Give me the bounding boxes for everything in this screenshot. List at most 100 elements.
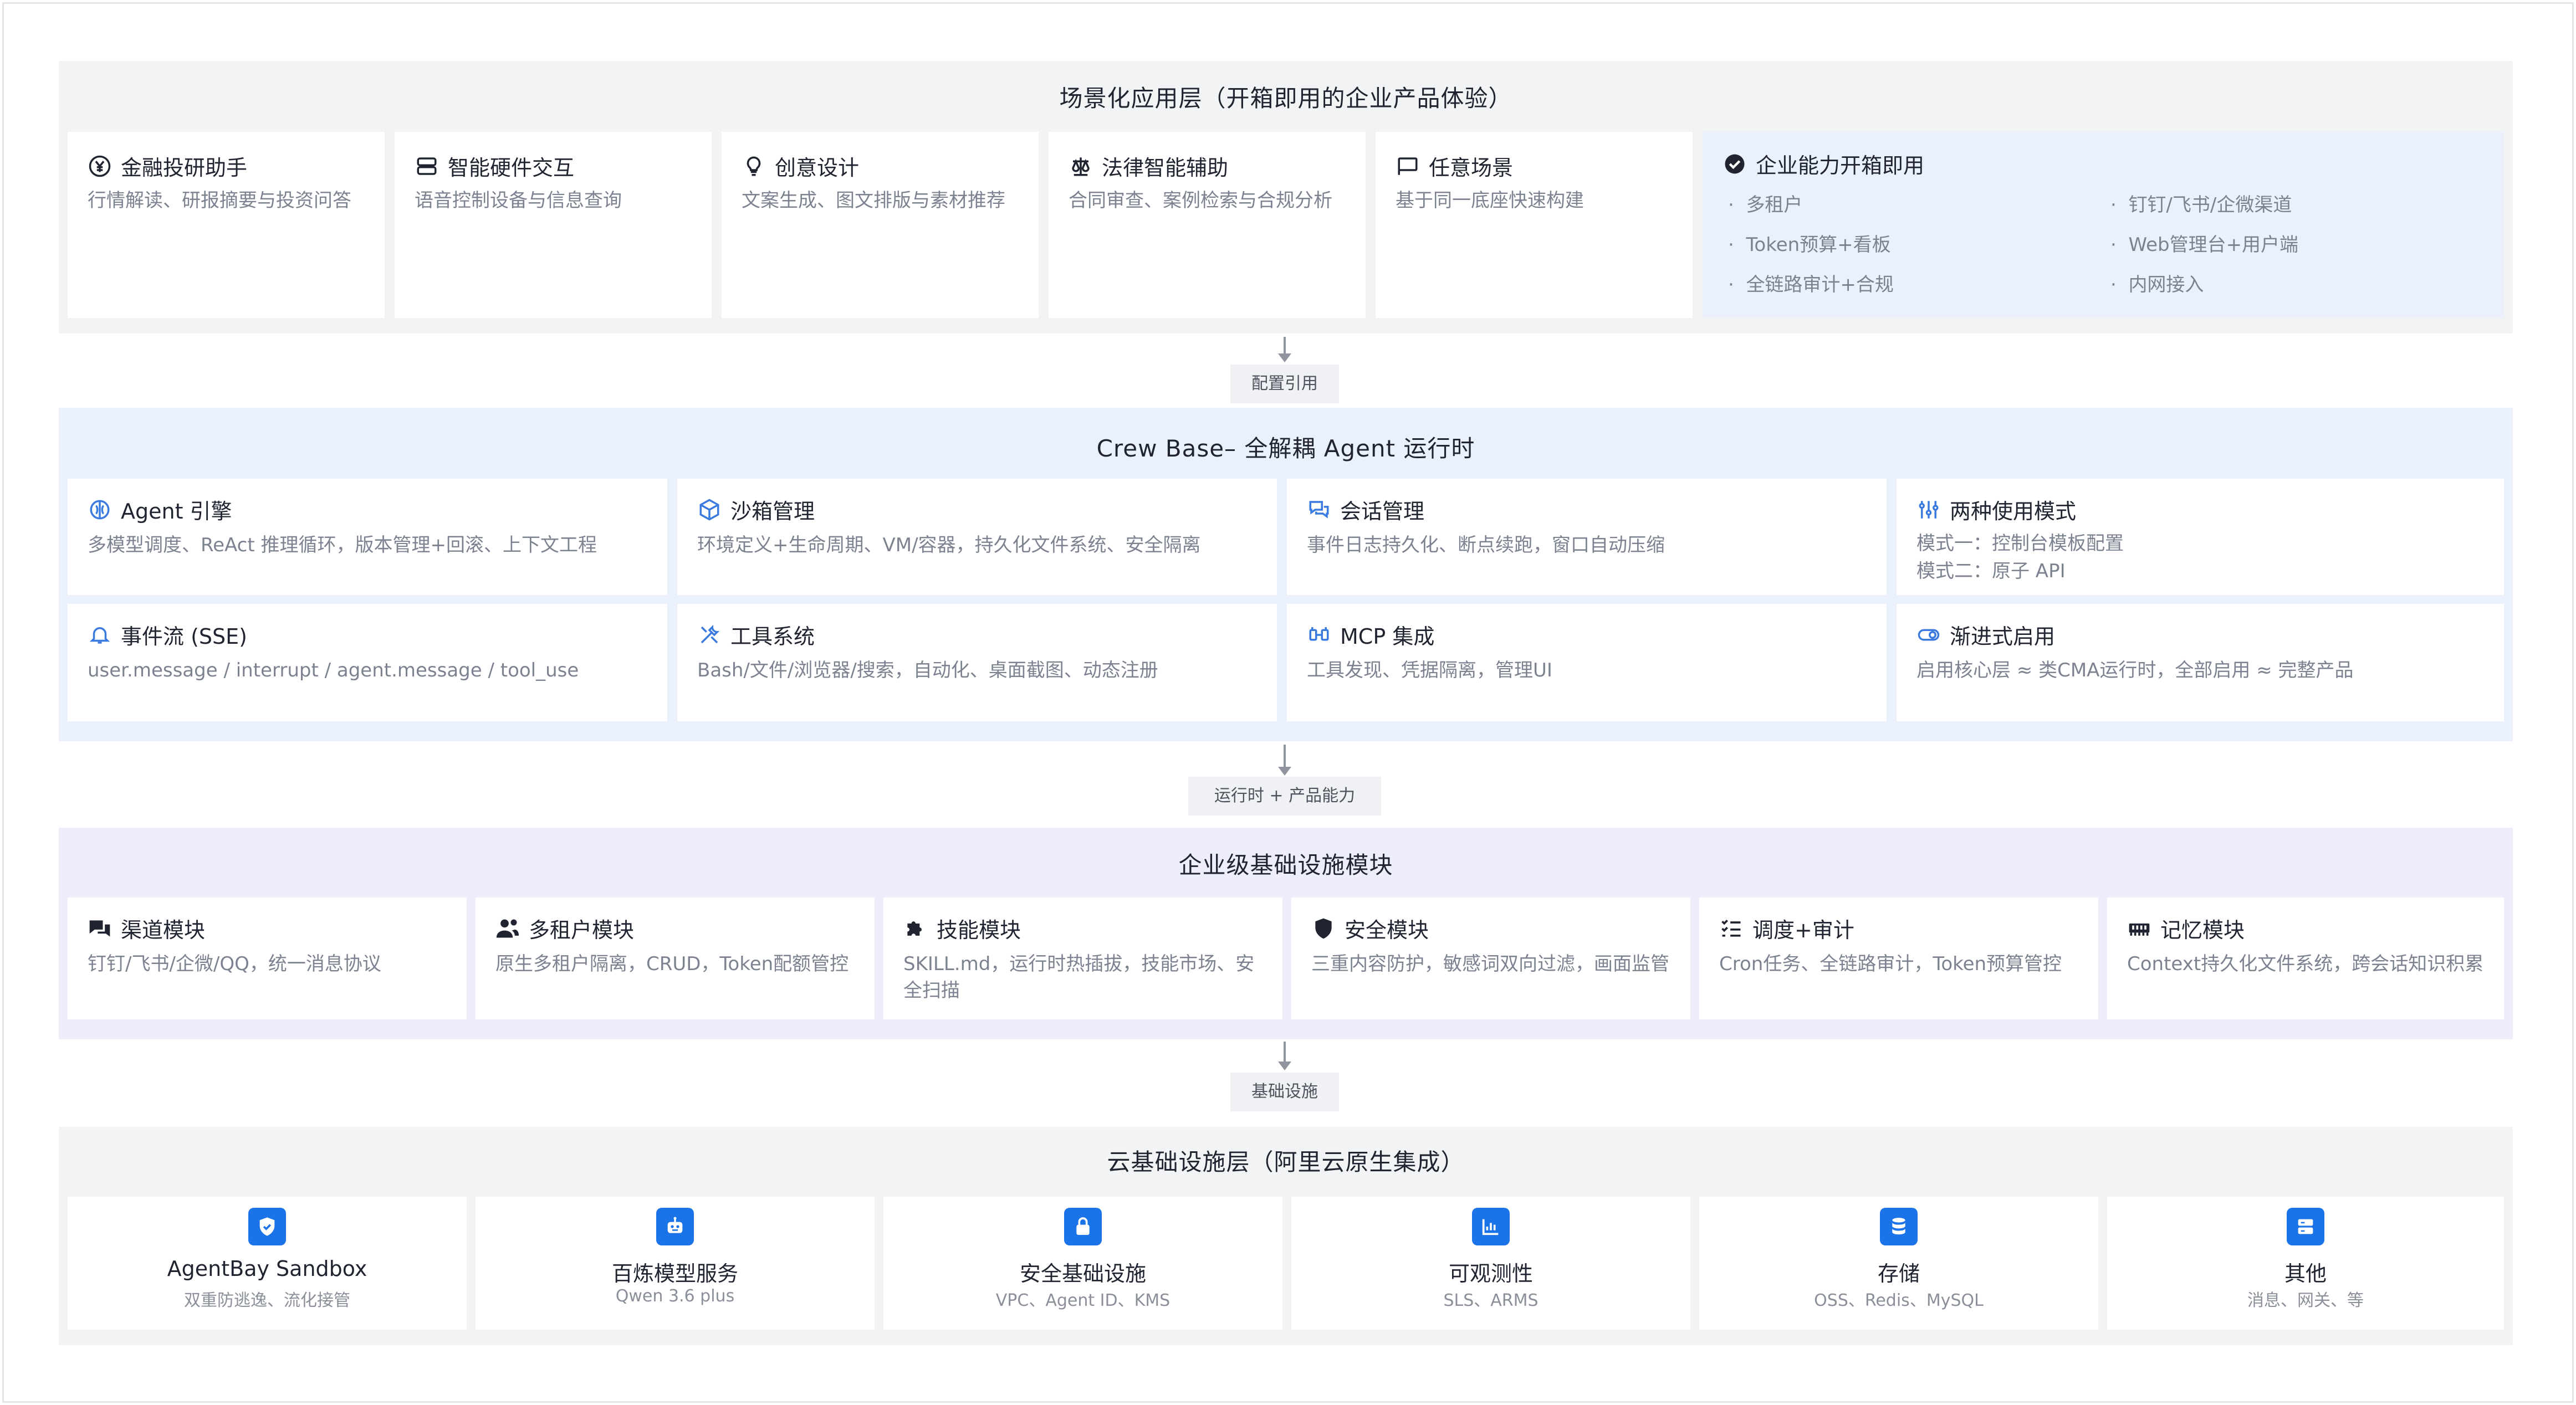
infra-card-title: 渠道模块 xyxy=(121,918,206,942)
cloud-infra-layer-title: 云基础设施层（阿里云原生集成） xyxy=(1107,1148,1465,1176)
cloud-card-title: AgentBay Sandbox xyxy=(167,1257,367,1281)
list-check-icon xyxy=(1719,916,1744,941)
crew-card-desc: Bash/文件/浏览器/搜索，自动化、桌面截图、动态注册 xyxy=(697,659,1158,681)
scene-card-title: 法律智能辅助 xyxy=(1102,156,1229,180)
cloud-card-storage: 存储 OSS、Redis、MySQL xyxy=(1699,1197,2098,1330)
cloud-card-title: 安全基础设施 xyxy=(1019,1262,1146,1286)
infra-card-skills: 技能模块 SKILL.md，运行时热插拔，技能市场、安全扫描 xyxy=(883,898,1282,1019)
cloud-card-subtitle: 双重防逃逸、流化接管 xyxy=(184,1291,350,1310)
cloud-card-security: 安全基础设施 VPC、Agent ID、KMS xyxy=(883,1197,1282,1330)
scene-card-title: 创意设计 xyxy=(775,156,860,180)
comments-icon xyxy=(88,916,112,941)
infra-card-desc: 三重内容防护，敏感词双向过滤，画面监管 xyxy=(1311,953,1669,975)
scene-card-desc: 语音控制设备与信息查询 xyxy=(415,189,622,212)
crew-card-title: 渐进式启用 xyxy=(1950,624,2056,649)
flag-icon xyxy=(1396,154,1420,178)
feature-item: · 多租户 xyxy=(1728,194,1803,216)
scene-card-design: 创意设计 文案生成、图文排版与素材推荐 xyxy=(722,132,1039,318)
shield-icon xyxy=(1311,916,1336,941)
crew-card-usage-modes: 两种使用模式 模式一：控制台模板配置 模式二：原子 API xyxy=(1897,479,2504,595)
infra-card-title: 技能模块 xyxy=(937,918,1021,942)
infra-card-scheduling: 调度+审计 Cron任务、全链路审计，Token预算管控 xyxy=(1699,898,2098,1019)
infra-card-title: 调度+审计 xyxy=(1752,918,1854,942)
shield-icon xyxy=(248,1208,286,1245)
infra-card-title: 记忆模块 xyxy=(2160,918,2245,942)
feature-item: · Web管理台+用户端 xyxy=(2110,234,2299,256)
infra-card-channel: 渠道模块 钉钉/飞书/企微/QQ，统一消息协议 xyxy=(68,898,467,1019)
database-icon xyxy=(1880,1208,1918,1245)
feature-item: · Token预算+看板 xyxy=(1728,234,1891,256)
infra-card-desc: SKILL.md，运行时热插拔，技能市场、安全扫描 xyxy=(903,953,1255,1002)
scene-card-any: 任意场景 基于同一底座快速构建 xyxy=(1376,132,1693,318)
cloud-card-subtitle: Qwen 3.6 plus xyxy=(615,1286,735,1306)
crew-card-desc: 环境定义+生命周期、VM/容器，持久化文件系统、安全隔离 xyxy=(697,534,1201,556)
cloud-card-observability: 可观测性 SLS、ARMS xyxy=(1291,1197,1690,1330)
yen-circle-icon xyxy=(88,154,112,178)
crew-card-desc: 多模型调度、ReAct 推理循环，版本管理+回滚、上下文工程 xyxy=(88,534,597,556)
crew-base-layer-title: Crew Base– 全解耦 Agent 运行时 xyxy=(1096,435,1475,462)
enterprise-infra-layer-title: 企业级基础设施模块 xyxy=(1178,852,1393,879)
crew-card-desc: 事件日志持久化、断点续跑，窗口自动压缩 xyxy=(1307,534,1665,556)
crew-base-layer: Crew Base– 全解耦 Agent 运行时 Agent 引擎 多模型调度、… xyxy=(59,408,2513,741)
crew-card-desc: 工具发现、凭据隔离，管理UI xyxy=(1307,659,1552,681)
infra-card-security: 安全模块 三重内容防护，敏感词双向过滤，画面监管 xyxy=(1291,898,1690,1019)
connector-arrow xyxy=(1278,767,1291,776)
crew-card-desc: 模式一：控制台模板配置 模式二：原子 API xyxy=(1916,530,2491,585)
crew-card-mcp: MCP 集成 工具发现、凭据隔离，管理UI xyxy=(1287,604,1887,721)
infra-card-title: 安全模块 xyxy=(1345,918,1429,942)
scale-icon xyxy=(1069,154,1093,178)
scene-card-desc: 行情解读、研报摘要与投资问答 xyxy=(88,189,351,212)
crew-card-title: 两种使用模式 xyxy=(1950,499,2077,524)
scene-card-hardware: 智能硬件交互 语音控制设备与信息查询 xyxy=(395,132,712,318)
cloud-card-title: 可观测性 xyxy=(1448,1262,1533,1286)
infra-card-desc: 钉钉/飞书/企微/QQ，统一消息协议 xyxy=(88,953,381,975)
scene-card-legal: 法律智能辅助 合同审查、案例检索与合规分析 xyxy=(1049,132,1366,318)
feature-item: · 内网接入 xyxy=(2110,274,2204,296)
infra-card-desc: Context持久化文件系统，跨会话知识积累 xyxy=(2127,953,2484,975)
usage-mode-line: 模式一：控制台模板配置 xyxy=(1916,532,2124,555)
crew-card-title: 会话管理 xyxy=(1340,499,1425,524)
cloud-card-title: 其他 xyxy=(2284,1262,2327,1286)
connector-label-config: 配置引用 xyxy=(1230,365,1339,403)
server-icon xyxy=(415,154,439,178)
lock-icon xyxy=(1064,1208,1102,1245)
enterprise-capability-card: 企业能力开箱即用 · 多租户 · Token预算+看板 · 全链路审计+合规 ·… xyxy=(1703,132,2504,318)
enterprise-capability-title: 企业能力开箱即用 xyxy=(1756,153,1925,178)
scene-layer-title: 场景化应用层（开箱即用的企业产品体验） xyxy=(1059,85,1512,112)
bell-icon xyxy=(88,623,112,647)
lightbulb-icon xyxy=(742,154,766,178)
usage-mode-line: 模式二：原子 API xyxy=(1916,560,2066,582)
cloud-card-title: 存储 xyxy=(1877,1262,1920,1286)
puzzle-icon xyxy=(903,916,928,941)
scene-card-desc: 合同审查、案例检索与合规分析 xyxy=(1069,189,1332,212)
sliders-icon xyxy=(1916,498,1941,522)
chat-icon xyxy=(1307,498,1331,522)
cloud-card-subtitle: SLS、ARMS xyxy=(1443,1291,1539,1310)
scene-card-desc: 文案生成、图文排版与素材推荐 xyxy=(742,189,1005,212)
crew-card-progressive: 渐进式启用 启用核心层 ≈ 类CMA运行时，全部启用 ≈ 完整产品 xyxy=(1897,604,2504,721)
connector-line xyxy=(1284,745,1286,768)
memory-icon xyxy=(2127,916,2151,941)
enterprise-infra-layer: 企业级基础设施模块 渠道模块 钉钉/飞书/企微/QQ，统一消息协议 多租户模块 … xyxy=(59,828,2513,1039)
cloud-card-subtitle: VPC、Agent ID、KMS xyxy=(995,1291,1171,1310)
scene-layer: 场景化应用层（开箱即用的企业产品体验） 金融投研助手 行情解读、研报摘要与投资问… xyxy=(59,61,2513,334)
scene-card-title: 金融投研助手 xyxy=(121,156,248,180)
infra-card-title: 多租户模块 xyxy=(529,918,635,942)
server-icon xyxy=(2287,1208,2324,1245)
crew-card-event-stream: 事件流 (SSE) user.message / interrupt / age… xyxy=(68,604,667,721)
cloud-card-title: 百炼模型服务 xyxy=(611,1262,738,1286)
scene-card-title: 智能硬件交互 xyxy=(448,156,575,180)
robot-icon xyxy=(656,1208,694,1245)
crew-card-title: 沙箱管理 xyxy=(730,499,815,524)
scene-card-finance: 金融投研助手 行情解读、研报摘要与投资问答 xyxy=(68,132,385,318)
cloud-infra-layer: 云基础设施层（阿里云原生集成） AgentBay Sandbox 双重防逃逸、流… xyxy=(59,1127,2513,1345)
crew-card-tools: 工具系统 Bash/文件/浏览器/搜索，自动化、桌面截图、动态注册 xyxy=(677,604,1277,721)
crew-card-title: Agent 引擎 xyxy=(121,499,232,524)
feature-item: · 全链路审计+合规 xyxy=(1728,274,1894,296)
chart-icon xyxy=(1472,1208,1510,1245)
users-icon xyxy=(495,916,520,941)
cloud-card-bailian: 百炼模型服务 Qwen 3.6 plus xyxy=(476,1197,875,1330)
crew-card-sandbox: 沙箱管理 环境定义+生命周期、VM/容器，持久化文件系统、安全隔离 xyxy=(677,479,1277,595)
infra-card-memory: 记忆模块 Context持久化文件系统，跨会话知识积累 xyxy=(2107,898,2504,1019)
scene-card-title: 任意场景 xyxy=(1429,156,1514,180)
